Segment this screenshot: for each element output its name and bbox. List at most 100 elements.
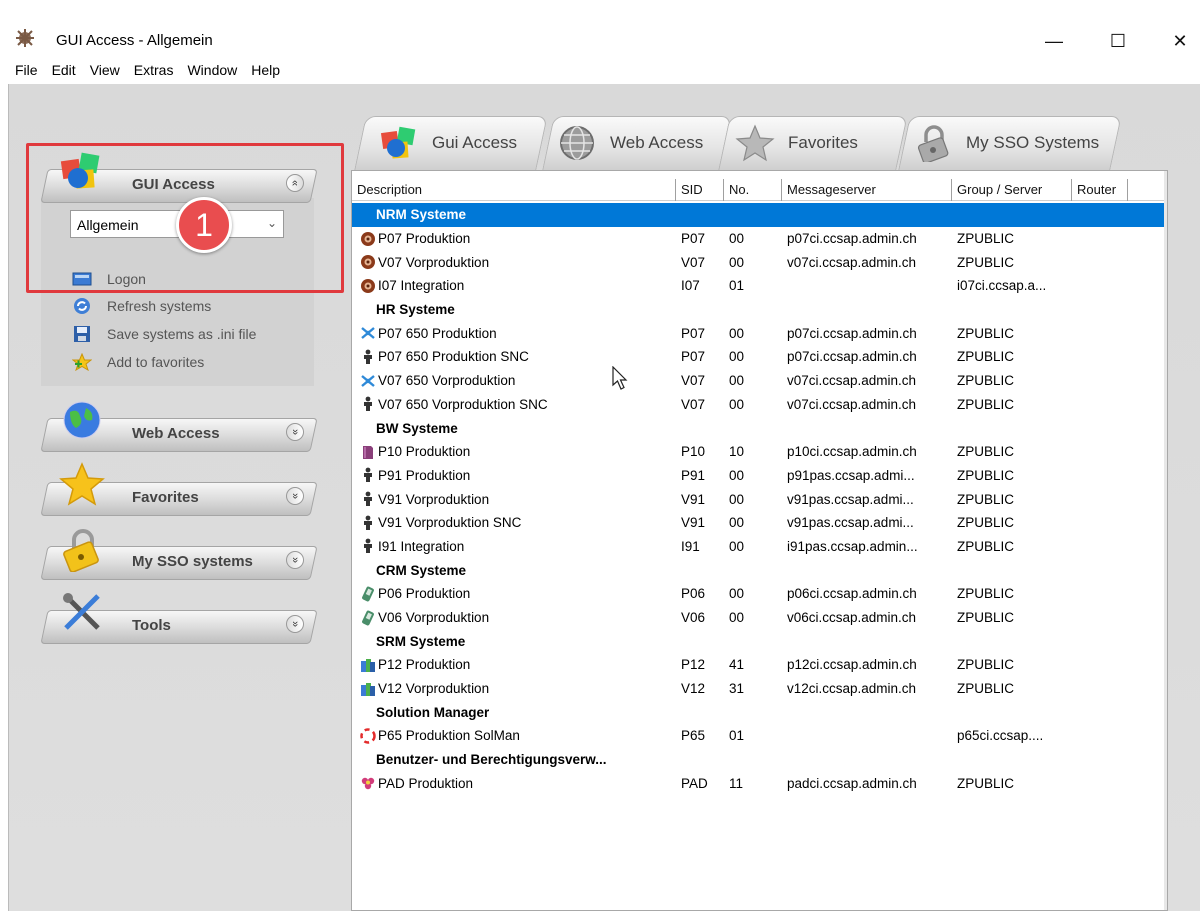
refresh-systems-action[interactable]: Refresh systems	[72, 295, 211, 317]
table-row[interactable]: V12 Vorproduktion V12 31 v12ci.ccsap.admin.…	[352, 677, 1167, 701]
cell-no: 01	[729, 278, 745, 294]
group-label: Benutzer- und Berechtigungsverw...	[376, 752, 607, 768]
column-header-router[interactable]: Router	[1072, 179, 1128, 201]
menu-help[interactable]: Help	[244, 58, 287, 84]
group-row[interactable]: HR Systeme	[352, 298, 1167, 322]
group-row[interactable]: SRM Systeme	[352, 629, 1167, 653]
cell-description: P12 Produktion	[352, 657, 676, 673]
description-text: V12 Vorproduktion	[378, 681, 490, 697]
title-bar: GUI Access - Allgemein — ☐ ✕	[0, 8, 1200, 58]
table-row[interactable]: I91 Integration I91 00 i91pas.ccsap.admin..…	[352, 535, 1167, 559]
table-row[interactable]: PAD Produktion PAD 11 padci.ccsap.admin.ch Z…	[352, 772, 1167, 796]
cell-sid: P10	[681, 444, 706, 460]
menu-view[interactable]: View	[83, 58, 127, 84]
tab-gui-access[interactable]: Gui Access	[378, 116, 517, 170]
table-row[interactable]: I07 Integration I07 01 i07ci.ccsap.a...	[352, 274, 1167, 298]
group-label: BW Systeme	[376, 420, 458, 436]
cell-messageserver: i91pas.ccsap.admin...	[787, 538, 918, 554]
expand-chevron-icon[interactable]: »	[286, 423, 304, 441]
expand-chevron-icon[interactable]: »	[286, 551, 304, 569]
table-row[interactable]: P10 Produktion P10 10 p10ci.ccsap.admin.ch Z…	[352, 440, 1167, 464]
group-row[interactable]: NRM Systeme	[352, 203, 1167, 227]
tab-label: My SSO Systems	[966, 133, 1100, 152]
description-text: V91 Vorproduktion	[378, 491, 490, 507]
table-row[interactable]: V06 Vorproduktion V06 00 v06ci.ccsap.admin.…	[352, 606, 1167, 630]
cell-messageserver: p07ci.ccsap.admin.ch	[787, 349, 917, 365]
tab-label: Favorites	[788, 133, 858, 152]
cell-group-server: p65ci.ccsap....	[957, 728, 1044, 744]
cell-messageserver: p07ci.ccsap.admin.ch	[787, 231, 917, 247]
cell-description: V06 Vorproduktion	[352, 610, 676, 626]
cell-no: 00	[729, 515, 745, 531]
cell-group-server: ZPUBLIC	[957, 444, 1015, 460]
cubes-icon	[380, 126, 416, 159]
mouse-cursor-icon	[612, 366, 628, 390]
description-text: V91 Vorproduktion SNC	[378, 515, 522, 531]
cell-messageserver: p12ci.ccsap.admin.ch	[787, 657, 917, 673]
column-header-sid[interactable]: SID	[676, 179, 724, 201]
menu-window[interactable]: Window	[180, 58, 244, 84]
minimize-button[interactable]: —	[1034, 26, 1074, 56]
table-row[interactable]: P07 Produktion P07 00 p07ci.ccsap.admin.ch Z…	[352, 227, 1167, 251]
cell-no: 00	[729, 396, 745, 412]
group-row[interactable]: BW Systeme	[352, 416, 1167, 440]
table-row[interactable]: V91 Vorproduktion V91 00 v91pas.ccsap.admi.…	[352, 487, 1167, 511]
column-header-no[interactable]: No.	[724, 179, 782, 201]
table-row[interactable]: P07 650 Produktion SNC P07 00 p07ci.ccsap.a…	[352, 345, 1167, 369]
expand-chevron-icon[interactable]: »	[286, 487, 304, 505]
table-row[interactable]: V07 650 Vorproduktion SNC V07 00 v07ci.ccsa…	[352, 393, 1167, 417]
person-icon	[364, 491, 372, 507]
description-text: P07 650 Produktion SNC	[378, 349, 529, 365]
tab-favorites[interactable]: Favorites	[734, 116, 858, 170]
cell-description: P07 650 Produktion	[352, 325, 676, 341]
table-row[interactable]: V07 Vorproduktion V07 00 v07ci.ccsap.admin.…	[352, 250, 1167, 274]
cell-messageserver: v07ci.ccsap.admin.ch	[787, 373, 917, 389]
description-text: P12 Produktion	[378, 657, 471, 673]
cell-messageserver: v91pas.ccsap.admi...	[787, 491, 914, 507]
maximize-button[interactable]: ☐	[1098, 26, 1138, 56]
cell-description: I07 Integration	[352, 278, 676, 294]
tab-web-access[interactable]: Web Access	[556, 116, 703, 170]
group-row[interactable]: Solution Manager	[352, 700, 1167, 724]
table-row[interactable]: P12 Produktion P12 41 p12ci.ccsap.admin.ch Z…	[352, 653, 1167, 677]
systems-table[interactable]: Description SID No. Messageserver Group …	[351, 170, 1168, 911]
group-row[interactable]: CRM Systeme	[352, 558, 1167, 582]
description-text: P07 Produktion	[378, 231, 471, 247]
add-to-favorites-action[interactable]: Add to favorites	[72, 351, 204, 373]
menu-edit[interactable]: Edit	[45, 58, 83, 84]
menu-file[interactable]: File	[8, 58, 45, 84]
menu-extras[interactable]: Extras	[127, 58, 181, 84]
cell-sid: V07	[681, 254, 706, 270]
group-row[interactable]: Benutzer- und Berechtigungsverw...	[352, 748, 1167, 772]
cell-group-server: ZPUBLIC	[957, 515, 1015, 531]
table-row[interactable]: P07 650 Produktion P07 00 p07ci.ccsap.admin…	[352, 321, 1167, 345]
cell-group-server: ZPUBLIC	[957, 586, 1015, 602]
scrollbar[interactable]	[1164, 171, 1167, 910]
description-text: I91 Integration	[378, 538, 465, 554]
cell-description: P06 Produktion	[352, 586, 676, 602]
cell-group-server: ZPUBLIC	[957, 775, 1015, 791]
column-header-group-server[interactable]: Group / Server	[952, 179, 1072, 201]
menu-bar: File Edit View Extras Window Help	[0, 58, 1200, 84]
table-row[interactable]: V07 650 Vorproduktion V07 00 v07ci.ccsap.ad…	[352, 369, 1167, 393]
tab-my-sso-systems[interactable]: My SSO Systems	[912, 116, 1099, 170]
cell-sid: V07	[681, 396, 706, 412]
cell-description: P65 Produktion SolMan	[352, 728, 676, 744]
phone-icon	[362, 610, 374, 625]
cell-sid: I07	[681, 278, 700, 294]
table-row[interactable]: P06 Produktion P06 00 p06ci.ccsap.admin.ch Z…	[352, 582, 1167, 606]
person-icon	[364, 515, 372, 530]
column-header-description[interactable]: Description	[352, 179, 676, 201]
save-systems-action[interactable]: Save systems as .ini file	[72, 323, 256, 345]
column-header-messageserver[interactable]: Messageserver	[782, 179, 952, 201]
close-button[interactable]: ✕	[1160, 26, 1200, 56]
cell-group-server: i07ci.ccsap.a...	[957, 278, 1047, 294]
table-row[interactable]: P65 Produktion SolMan P65 01 p65ci.ccsap...…	[352, 724, 1167, 748]
table-row[interactable]: V91 Vorproduktion SNC V91 00 v91pas.ccsap.a…	[352, 511, 1167, 535]
description-text: P07 650 Produktion	[378, 325, 497, 341]
cell-sid: P12	[681, 657, 706, 673]
cell-group-server: ZPUBLIC	[957, 349, 1015, 365]
table-row[interactable]: P91 Produktion P91 00 p91pas.ccsap.admi... Z…	[352, 464, 1167, 488]
expand-chevron-icon[interactable]: »	[286, 615, 304, 633]
book-icon	[363, 445, 373, 459]
